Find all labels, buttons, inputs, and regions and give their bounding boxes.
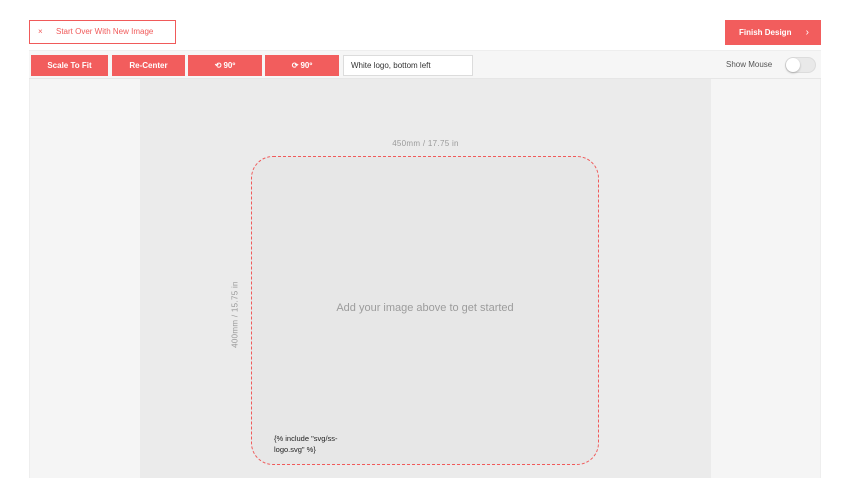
show-mouse-toggle[interactable] xyxy=(785,57,816,73)
finish-design-label: Finish Design xyxy=(739,28,792,37)
close-icon: × xyxy=(38,27,43,36)
top-bar: × Start Over With New Image Finish Desig… xyxy=(0,0,852,50)
design-notes-input[interactable] xyxy=(343,55,473,76)
rotate-cw-icon: ⟳ xyxy=(291,61,299,70)
start-over-button[interactable]: × Start Over With New Image xyxy=(29,20,176,44)
width-dimension-label: 450mm / 17.75 in xyxy=(392,139,459,148)
height-dimension-label: 400mm / 15.75 in xyxy=(230,281,240,348)
re-center-button[interactable]: Re-Center xyxy=(112,55,185,76)
scale-to-fit-button[interactable]: Scale To Fit xyxy=(31,55,108,76)
finish-design-button[interactable]: Finish Design › xyxy=(725,20,821,45)
canvas-area: 450mm / 17.75 in 400mm / 15.75 in Add yo… xyxy=(140,79,711,478)
show-mouse-label: Show Mouse xyxy=(726,60,773,69)
rotate-left-label: 90º xyxy=(223,61,236,70)
toolbar: Scale To Fit Re-Center ⟲90º ⟳90º Show Mo… xyxy=(29,50,821,79)
design-area[interactable]: Add your image above to get started {% i… xyxy=(251,156,599,465)
toggle-knob[interactable] xyxy=(786,58,800,72)
start-over-label: Start Over With New Image xyxy=(56,27,154,36)
chevron-right-icon: › xyxy=(805,27,809,38)
workspace: 450mm / 17.75 in 400mm / 15.75 in Add yo… xyxy=(29,79,821,478)
rotate-left-button[interactable]: ⟲ 90º xyxy=(188,55,262,76)
rotate-right-label: 90º xyxy=(300,61,313,70)
rotate-ccw-icon: ⟲ xyxy=(214,61,222,70)
logo-placeholder: {% include "svg/ss-logo.svg" %} xyxy=(274,434,338,454)
rotate-right-button[interactable]: ⟳ 90º xyxy=(265,55,339,76)
empty-state-prompt: Add your image above to get started xyxy=(336,302,514,314)
